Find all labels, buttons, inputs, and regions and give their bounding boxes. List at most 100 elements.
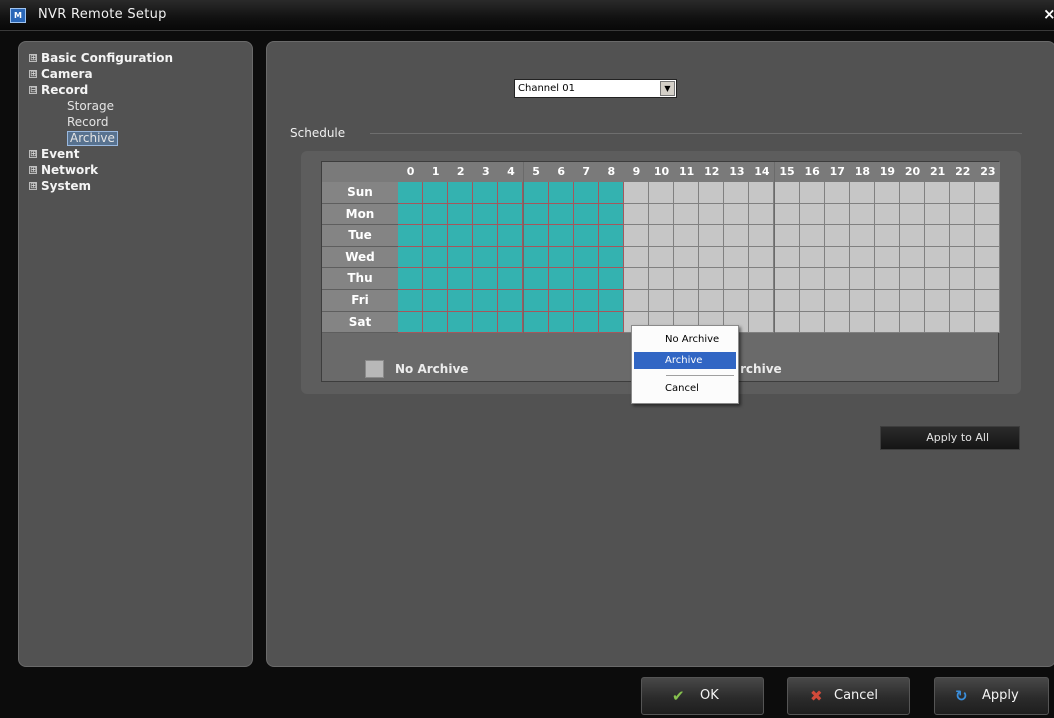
schedule-cell-mon-20[interactable] [900, 203, 926, 226]
menu-item-cancel[interactable]: Cancel [634, 380, 736, 397]
schedule-cell-sun-7[interactable] [573, 182, 599, 204]
hour-header-6[interactable]: 6 [548, 162, 574, 182]
schedule-cell-fri-8[interactable] [598, 290, 624, 312]
schedule-cell-mon-5[interactable] [523, 203, 549, 226]
schedule-cell-wed-20[interactable] [900, 246, 926, 269]
hour-header-1[interactable]: 1 [423, 162, 449, 182]
schedule-cell-tue-11[interactable] [674, 225, 700, 247]
schedule-cell-sat-14[interactable] [749, 311, 775, 334]
hour-header-11[interactable]: 11 [674, 162, 700, 182]
schedule-cell-fri-2[interactable] [448, 290, 474, 312]
schedule-cell-mon-10[interactable] [649, 203, 675, 226]
schedule-cell-fri-10[interactable] [649, 290, 675, 312]
ok-button[interactable]: ✔ OK [641, 677, 764, 715]
schedule-cell-thu-1[interactable] [423, 268, 449, 290]
schedule-cell-sat-20[interactable] [900, 311, 926, 334]
schedule-cell-thu-11[interactable] [674, 268, 700, 290]
schedule-cell-sun-22[interactable] [950, 182, 976, 204]
day-header-mon[interactable]: Mon [322, 203, 398, 226]
schedule-cell-wed-14[interactable] [749, 246, 775, 269]
schedule-cell-tue-0[interactable] [398, 225, 424, 247]
schedule-cell-thu-17[interactable] [824, 268, 850, 290]
hour-header-23[interactable]: 23 [975, 162, 1001, 182]
schedule-cell-mon-3[interactable] [473, 203, 499, 226]
schedule-cell-tue-17[interactable] [824, 225, 850, 247]
hour-header-17[interactable]: 17 [824, 162, 850, 182]
expand-icon[interactable]: ⊞ [29, 150, 37, 158]
schedule-cell-sun-0[interactable] [398, 182, 424, 204]
schedule-cell-wed-18[interactable] [849, 246, 875, 269]
day-header-thu[interactable]: Thu [322, 268, 398, 290]
schedule-cell-thu-6[interactable] [548, 268, 574, 290]
close-icon[interactable]: × [1043, 5, 1054, 23]
hour-header-7[interactable]: 7 [573, 162, 599, 182]
apply-to-all-button[interactable]: Apply to All [880, 426, 1020, 450]
schedule-cell-tue-9[interactable] [623, 225, 649, 247]
tree-item-event[interactable]: ⊞ Event [29, 146, 173, 162]
schedule-cell-wed-19[interactable] [874, 246, 900, 269]
tree-item-record[interactable]: ⊟ Record [29, 82, 173, 98]
schedule-cell-mon-2[interactable] [448, 203, 474, 226]
tree-item-storage[interactable]: Storage [67, 98, 173, 114]
expand-icon[interactable]: ⊞ [29, 182, 37, 190]
schedule-cell-sat-17[interactable] [824, 311, 850, 334]
tree-item-record-sub[interactable]: Record [67, 114, 173, 130]
tree-item-system[interactable]: ⊞ System [29, 178, 173, 194]
schedule-cell-mon-21[interactable] [925, 203, 951, 226]
schedule-cell-mon-9[interactable] [623, 203, 649, 226]
schedule-cell-tue-18[interactable] [849, 225, 875, 247]
schedule-cell-tue-19[interactable] [874, 225, 900, 247]
schedule-cell-tue-6[interactable] [548, 225, 574, 247]
schedule-cell-sun-6[interactable] [548, 182, 574, 204]
schedule-cell-thu-15[interactable] [774, 268, 800, 290]
schedule-cell-fri-14[interactable] [749, 290, 775, 312]
hour-header-8[interactable]: 8 [598, 162, 624, 182]
schedule-cell-wed-9[interactable] [623, 246, 649, 269]
hour-header-19[interactable]: 19 [874, 162, 900, 182]
hour-header-13[interactable]: 13 [724, 162, 750, 182]
apply-button[interactable]: ↻ Apply [934, 677, 1049, 715]
hour-header-5[interactable]: 5 [523, 162, 549, 182]
schedule-cell-sat-23[interactable] [975, 311, 1001, 334]
schedule-cell-wed-15[interactable] [774, 246, 800, 269]
schedule-cell-sun-14[interactable] [749, 182, 775, 204]
schedule-cell-sun-15[interactable] [774, 182, 800, 204]
schedule-cell-sat-18[interactable] [849, 311, 875, 334]
dropdown-arrow-icon[interactable]: ▼ [660, 81, 675, 96]
schedule-cell-tue-4[interactable] [498, 225, 524, 247]
hour-header-16[interactable]: 16 [799, 162, 825, 182]
schedule-cell-tue-14[interactable] [749, 225, 775, 247]
schedule-cell-tue-13[interactable] [724, 225, 750, 247]
schedule-cell-tue-10[interactable] [649, 225, 675, 247]
schedule-cell-sat-7[interactable] [573, 311, 599, 334]
schedule-cell-thu-8[interactable] [598, 268, 624, 290]
schedule-cell-mon-6[interactable] [548, 203, 574, 226]
schedule-cell-fri-15[interactable] [774, 290, 800, 312]
schedule-cell-thu-13[interactable] [724, 268, 750, 290]
menu-item-no-archive[interactable]: No Archive [634, 331, 736, 348]
schedule-cell-fri-18[interactable] [849, 290, 875, 312]
schedule-cell-tue-7[interactable] [573, 225, 599, 247]
schedule-cell-thu-10[interactable] [649, 268, 675, 290]
hour-header-22[interactable]: 22 [950, 162, 976, 182]
schedule-cell-sat-0[interactable] [398, 311, 424, 334]
schedule-cell-sun-19[interactable] [874, 182, 900, 204]
hour-header-15[interactable]: 15 [774, 162, 800, 182]
schedule-cell-mon-13[interactable] [724, 203, 750, 226]
schedule-cell-sun-18[interactable] [849, 182, 875, 204]
schedule-cell-mon-18[interactable] [849, 203, 875, 226]
schedule-cell-mon-12[interactable] [699, 203, 725, 226]
schedule-cell-sat-22[interactable] [950, 311, 976, 334]
schedule-cell-thu-19[interactable] [874, 268, 900, 290]
schedule-cell-tue-3[interactable] [473, 225, 499, 247]
schedule-cell-fri-22[interactable] [950, 290, 976, 312]
schedule-cell-wed-5[interactable] [523, 246, 549, 269]
schedule-cell-wed-8[interactable] [598, 246, 624, 269]
day-header-tue[interactable]: Tue [322, 225, 398, 247]
hour-header-4[interactable]: 4 [498, 162, 524, 182]
schedule-cell-fri-5[interactable] [523, 290, 549, 312]
schedule-cell-fri-12[interactable] [699, 290, 725, 312]
schedule-cell-tue-23[interactable] [975, 225, 1001, 247]
schedule-cell-wed-22[interactable] [950, 246, 976, 269]
schedule-cell-wed-2[interactable] [448, 246, 474, 269]
